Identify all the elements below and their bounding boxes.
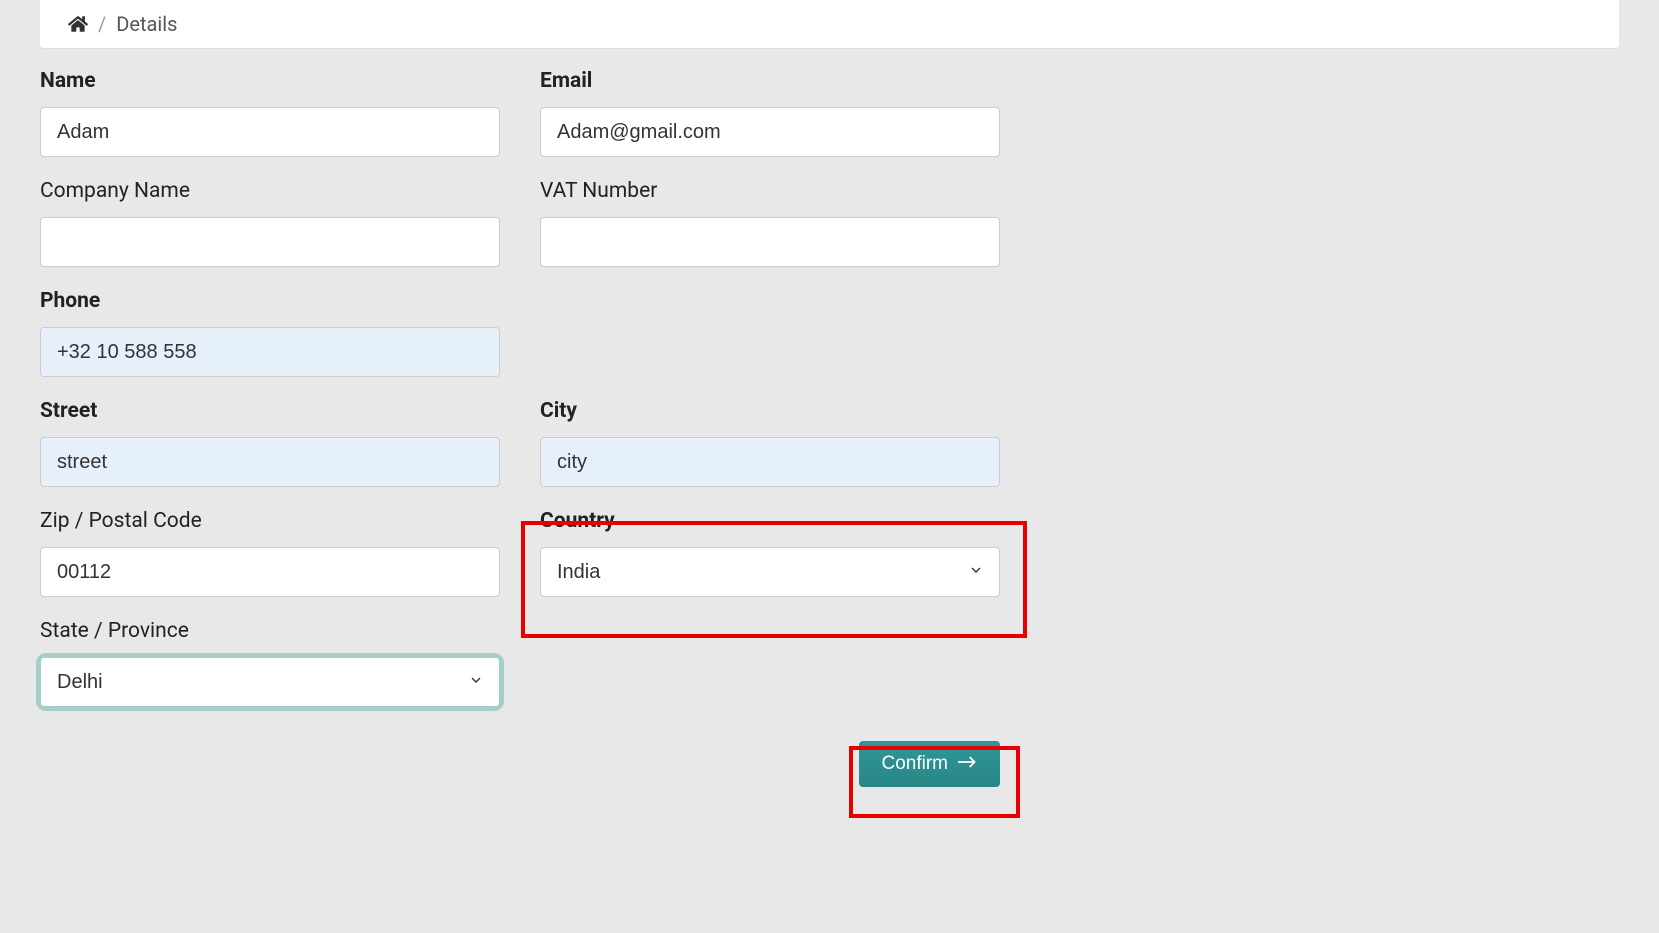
arrow-right-icon [958,753,978,775]
label-name: Name [40,69,500,93]
page-wrapper: / Details Name Email Company Name VAT Nu… [0,0,1659,787]
input-vat-number[interactable] [540,217,1000,267]
home-icon[interactable] [68,14,88,34]
field-company-name: Company Name [40,179,500,267]
confirm-button[interactable]: Confirm [859,741,1000,787]
confirm-row: Confirm [40,741,1000,787]
field-phone: Phone [40,289,500,377]
label-email: Email [540,69,1000,93]
label-street: Street [40,399,500,423]
input-company-name[interactable] [40,217,500,267]
field-vat-number: VAT Number [540,179,1000,267]
label-zip: Zip / Postal Code [40,509,500,533]
input-street[interactable] [40,437,500,487]
input-city[interactable] [540,437,1000,487]
field-street: Street [40,399,500,487]
label-company-name: Company Name [40,179,500,203]
label-city: City [540,399,1000,423]
select-state[interactable]: Delhi [40,657,500,707]
label-phone: Phone [40,289,500,313]
form-grid: Name Email Company Name VAT Number Phone… [40,69,1619,787]
input-zip[interactable] [40,547,500,597]
field-country: Country India [540,509,1000,597]
input-email[interactable] [540,107,1000,157]
field-zip: Zip / Postal Code [40,509,500,597]
breadcrumb-current: Details [116,12,177,36]
label-country: Country [540,509,1000,533]
field-email: Email [540,69,1000,157]
confirm-button-label: Confirm [881,753,948,775]
label-vat-number: VAT Number [540,179,1000,203]
breadcrumb-separator: / [98,12,106,36]
form-container: / Details Name Email Company Name VAT Nu… [0,0,1659,787]
label-state: State / Province [40,619,500,643]
input-phone[interactable] [40,327,500,377]
select-country[interactable]: India [540,547,1000,597]
field-state: State / Province Delhi [40,619,500,707]
field-city: City [540,399,1000,487]
input-name[interactable] [40,107,500,157]
breadcrumb: / Details [40,0,1619,49]
field-name: Name [40,69,500,157]
